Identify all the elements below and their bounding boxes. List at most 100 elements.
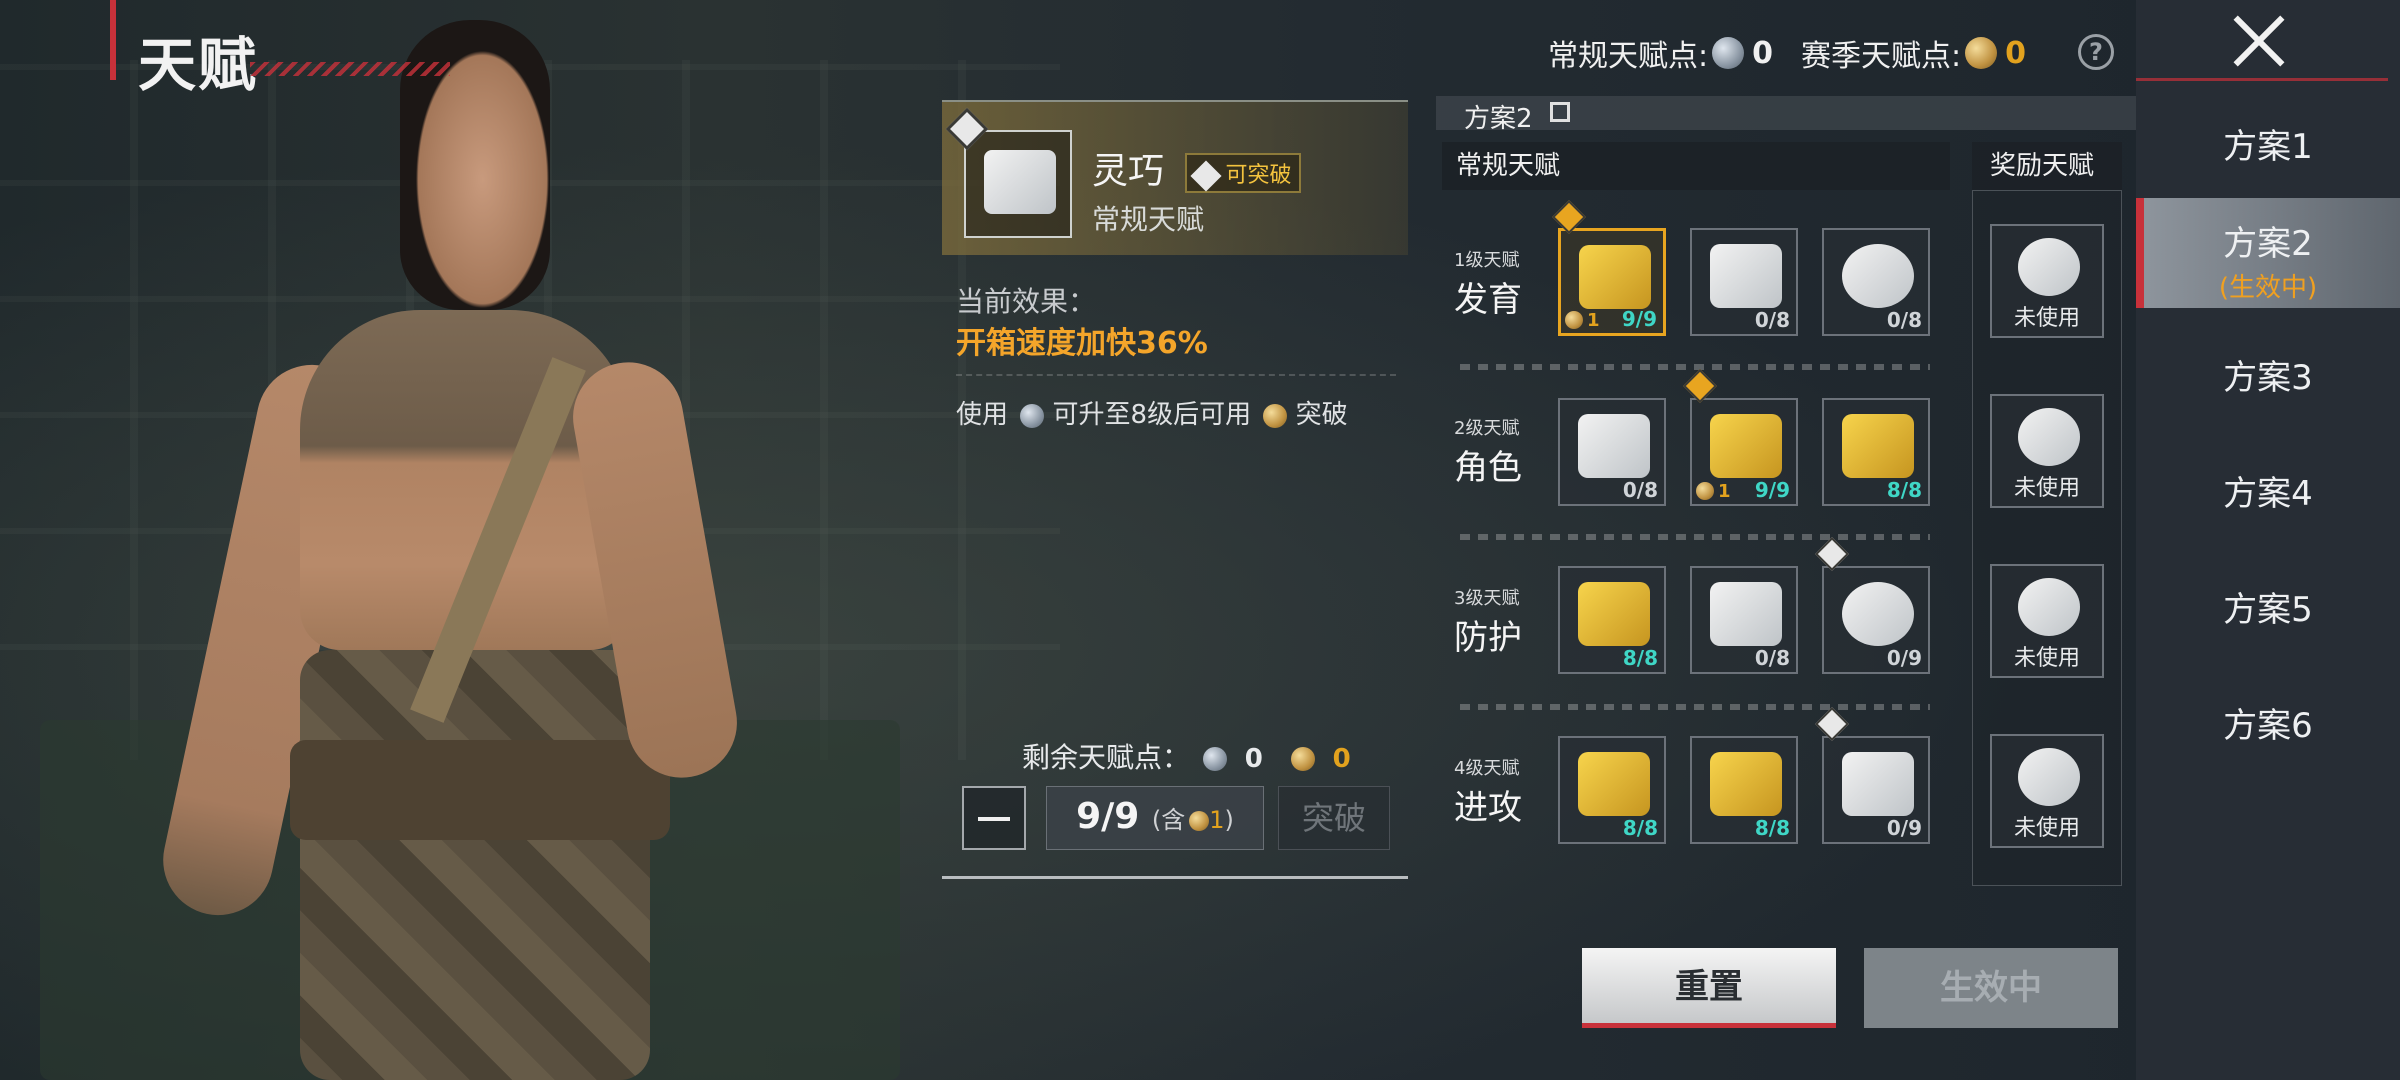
season-point-icon xyxy=(1189,811,1210,831)
breakthrough-hint: 使用 可升至8级后可用 突破 xyxy=(956,394,1348,431)
character-belt xyxy=(290,740,670,840)
sprinting-soldier-icon xyxy=(1710,414,1782,478)
reload-icon xyxy=(1710,752,1782,816)
season-point-icon xyxy=(1290,747,1315,771)
talent-name-row: 灵巧 可突破 xyxy=(1092,142,1302,194)
talent-node-running-soldier[interactable]: 0/8 xyxy=(1822,228,1930,336)
plan-label: 方案3 xyxy=(2223,358,2313,398)
plan-label: 方案5 xyxy=(2223,590,2313,630)
rifle-fire-icon xyxy=(1578,752,1650,816)
level-include-prefix: (含 xyxy=(1151,806,1186,834)
hint-text-condition: 可升至8级后可用 xyxy=(1052,400,1252,430)
season-point-icon xyxy=(1565,311,1583,329)
regular-points-value: 0 xyxy=(1752,35,1773,71)
reward-node-strong-soldier[interactable]: 未使用 xyxy=(1990,394,2104,508)
talent-node-shield-break[interactable]: 0/9 xyxy=(1815,707,1930,844)
level-include-suffix: ) xyxy=(1224,806,1234,834)
remaining-regular-value: 0 xyxy=(1244,744,1263,774)
vest-armor-icon xyxy=(1710,582,1782,646)
regular-point-icon xyxy=(1202,747,1227,771)
talent-name: 灵巧 xyxy=(1092,151,1165,192)
node-count: 0/8 xyxy=(1754,646,1790,670)
breakthrough-button[interactable]: 突破 xyxy=(1278,786,1390,850)
node-count: 0/9 xyxy=(1886,646,1922,670)
bullet-icon xyxy=(2018,748,2080,806)
node-count: 8/8 xyxy=(1754,816,1790,840)
row-level: 2级天赋 xyxy=(1454,418,1520,439)
remaining-label: 剩余天赋点： xyxy=(1022,741,1191,774)
breakable-label: 可突破 xyxy=(1225,163,1292,188)
active-status-button[interactable]: 生效中 xyxy=(1864,948,2118,1028)
talent-node-vest-armor[interactable]: 0/8 xyxy=(1690,566,1798,674)
soldier-sound-icon xyxy=(1578,414,1650,478)
crate-open-icon xyxy=(945,107,1072,238)
edit-icon[interactable] xyxy=(1550,102,1570,122)
close-button[interactable] xyxy=(2230,12,2290,72)
talent-node-reload[interactable]: 8/8 xyxy=(1690,736,1798,844)
backpack-icon xyxy=(1842,414,1914,478)
level-value: 9/9 xyxy=(1076,796,1140,837)
level-controls: 9/9 (含 1) 突破 xyxy=(962,786,1390,850)
title-stripes xyxy=(250,62,450,76)
plan-item-3[interactable]: 方案3 xyxy=(2136,316,2400,426)
reward-node-airdrop-gun[interactable]: 未使用 xyxy=(1990,564,2104,678)
talent-node-sprinting-soldier[interactable]: 1 9/9 xyxy=(1683,369,1798,506)
plan-label: 方案6 xyxy=(2223,706,2313,746)
divider xyxy=(956,374,1396,376)
running-soldier-icon xyxy=(1842,244,1914,308)
plan-tab-bar xyxy=(1436,96,2136,130)
tree-row-label: 1级天赋 发育 xyxy=(1454,246,1522,321)
node-count: 8/8 xyxy=(1622,816,1658,840)
plan-item-5[interactable]: 方案5 xyxy=(2136,548,2400,658)
break-level: 1 xyxy=(1587,310,1600,331)
level-display: 9/9 (含 1) xyxy=(1046,786,1264,850)
talent-node-rifle-fire[interactable]: 8/8 xyxy=(1558,736,1666,844)
reward-status: 未使用 xyxy=(2013,646,2080,671)
plan-item-2[interactable]: 方案2 (生效中) xyxy=(2136,198,2400,308)
plan-item-6[interactable]: 方案6 xyxy=(2136,664,2400,774)
reward-node-supply-bag[interactable]: 未使用 xyxy=(1990,224,2104,338)
treasure-box-icon xyxy=(1710,244,1782,308)
talent-node-soldier-sound[interactable]: 0/8 xyxy=(1558,398,1666,506)
break-level: 1 xyxy=(1718,481,1731,502)
season-point-icon xyxy=(1696,482,1714,500)
plan-item-1[interactable]: 方案1 xyxy=(2136,85,2400,195)
help-icon[interactable]: ? xyxy=(2078,34,2114,70)
crate-glyph xyxy=(984,150,1056,214)
talent-node-treasure-box[interactable]: 0/8 xyxy=(1690,228,1798,336)
talent-node-crate-open[interactable]: 1 9/9 xyxy=(1552,200,1666,336)
reward-talent-header: 奖励天赋 xyxy=(1972,142,2122,190)
regular-points-label: 常规天赋点: xyxy=(1548,39,1709,74)
node-count: 0/8 xyxy=(1622,478,1658,502)
row-level: 1级天赋 xyxy=(1454,250,1520,271)
reward-status: 未使用 xyxy=(2013,306,2080,331)
effect-label: 当前效果： xyxy=(956,285,1097,318)
tree-row-label: 4级天赋 进攻 xyxy=(1454,754,1522,829)
tree-row-label: 3级天赋 防护 xyxy=(1454,584,1522,659)
supply-bag-icon xyxy=(2018,238,2080,296)
plan-status-active: (生效中) xyxy=(2218,273,2318,303)
title-accent-bar xyxy=(110,0,116,80)
row-level: 3级天赋 xyxy=(1454,588,1520,609)
talent-points-bar: 常规天赋点: 0 赛季天赋点: 0 xyxy=(1548,28,2026,78)
node-count: 0/9 xyxy=(1886,816,1922,840)
effect-value: 开箱速度加快36% xyxy=(956,326,1208,361)
talent-node-muscle[interactable]: 8/8 xyxy=(1558,566,1666,674)
reset-button[interactable]: 重置 xyxy=(1582,948,1836,1028)
season-point-icon xyxy=(1263,403,1288,428)
row-name: 角色 xyxy=(1454,448,1522,488)
page-title: 天赋 xyxy=(138,31,259,99)
season-point-icon xyxy=(1965,37,1998,69)
reward-node-bullet[interactable]: 未使用 xyxy=(1990,734,2104,848)
regular-point-icon xyxy=(1020,403,1045,428)
remaining-points: 剩余天赋点： 0 0 xyxy=(1022,736,1352,776)
reward-status: 未使用 xyxy=(2013,476,2080,501)
decrease-level-button[interactable] xyxy=(962,786,1026,850)
talent-node-glove[interactable]: 0/9 xyxy=(1815,537,1930,674)
talent-node-backpack[interactable]: 8/8 xyxy=(1822,398,1930,506)
row-level: 4级天赋 xyxy=(1454,758,1520,779)
row-name: 发育 xyxy=(1454,280,1522,320)
row-divider xyxy=(1460,534,1930,540)
plan-item-4[interactable]: 方案4 xyxy=(2136,432,2400,542)
node-count: 9/9 xyxy=(1621,307,1657,331)
